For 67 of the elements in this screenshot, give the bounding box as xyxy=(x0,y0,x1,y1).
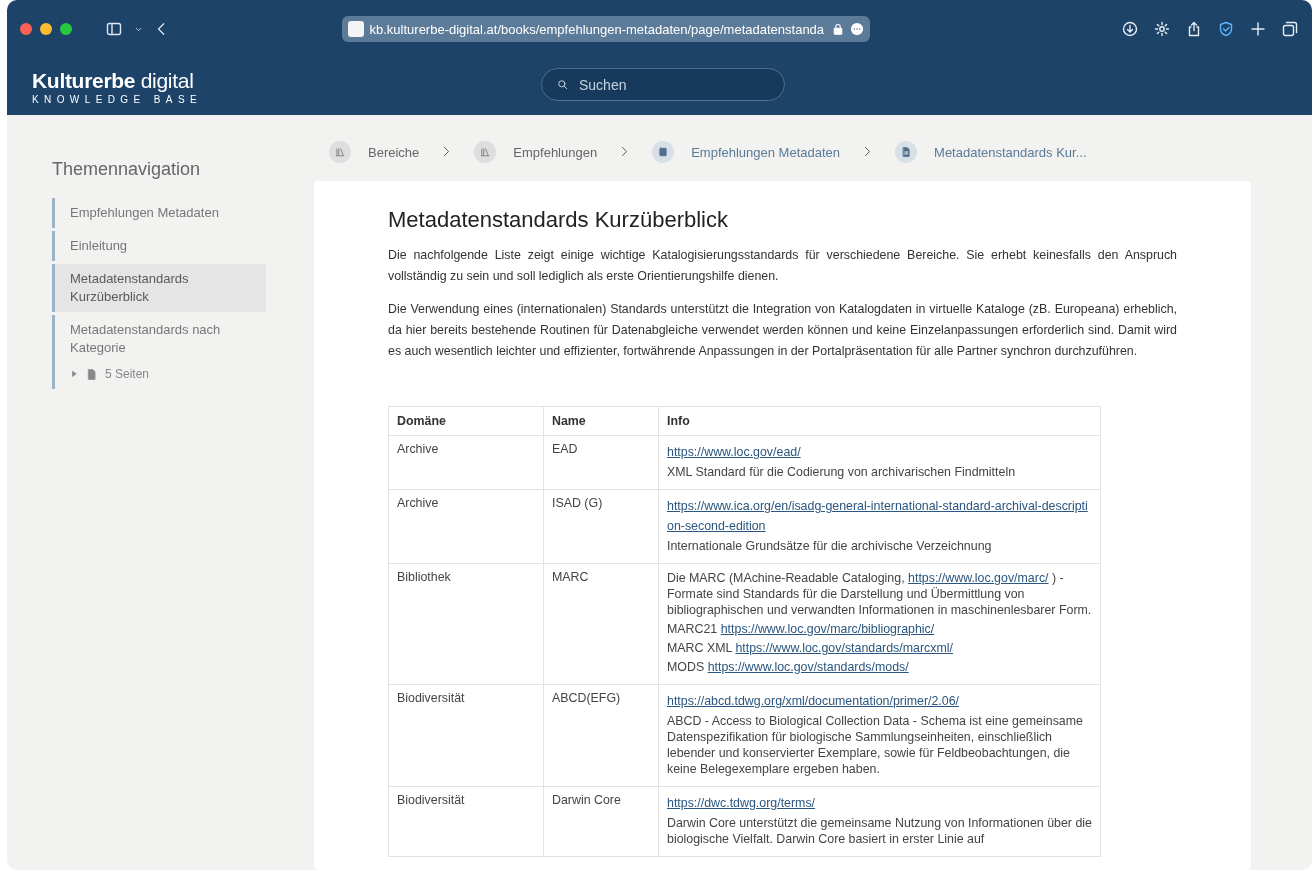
column-header: Domäne xyxy=(388,406,544,436)
site-logo[interactable]: Kulturerbe digital xyxy=(32,68,203,93)
close-window-button[interactable] xyxy=(20,23,32,35)
site-tagline: KNOWLEDGE BASE xyxy=(32,93,203,105)
link[interactable]: https://www.loc.gov/standards/marcxml/ xyxy=(735,641,953,655)
paragraph: Die Verwendung eines (internationalen) Standards unterstützt die Integration von Katalogdaten in virtuelle Kataloge (zB. Europeana) erheblich, da hier bereits bestehende Routinen für Datenabgleiche verwendet werden können und keine Einzelanpassungen erforderlich sind. Damit wird es auch wesentlich leichter und effizienter, fortwährende Anpassungen in der Portalpräsentation für alle Partner synchron durchzuführen. xyxy=(388,301,1177,360)
table-cell: Biodiversität xyxy=(388,684,544,787)
description-text: Darwin Core unterstützt die gemeinsame Nutzung von Informationen über die biologische Vielfalt. Darwin Core basiert in erster Linie auf xyxy=(667,815,1092,847)
download-icon[interactable] xyxy=(1122,21,1138,37)
favicon-icon xyxy=(347,21,364,37)
link[interactable]: https://www.ica.org/en/isadg-general-international-standard-archival-description-second-edition xyxy=(667,496,1092,536)
table-cell: ISAD (G) xyxy=(543,489,659,564)
link[interactable]: https://www.loc.gov/ead/ xyxy=(667,442,1092,462)
more-icon[interactable] xyxy=(849,22,864,36)
collapsed-caret-icon[interactable] xyxy=(70,370,78,378)
book-icon[interactable] xyxy=(658,147,669,157)
table-cell: EAD xyxy=(543,435,659,490)
table-cell: ABCD(EFG) xyxy=(543,684,659,787)
breadcrumb-link[interactable]: Empfehlungen Metadaten xyxy=(652,141,841,163)
table-cell: Biodiversität xyxy=(388,786,544,857)
table-cell: Bibliothek xyxy=(388,563,544,685)
description-text: XML Standard für die Codierung von archivarischen Findmitteln xyxy=(667,464,1017,480)
column-header: Info xyxy=(658,406,1101,436)
page-title: Metadatenstandards Kurzüberblick xyxy=(388,207,729,233)
minimize-window-button[interactable] xyxy=(40,23,52,35)
column-header: Name xyxy=(543,406,659,436)
description-text: Die MARC (MAchine-Readable Cataloging, https://www.loc.gov/marc/ ) - Formate sind Standards für die Darstellung und Übermittlung von bibliographischen und verwandten Informationen in maschinenlesbarer Form. xyxy=(667,570,1092,618)
breadcrumb-link[interactable]: Metadatenstandards Kur... xyxy=(895,141,1087,163)
description-text: MODS https://www.loc.gov/standards/mods/ xyxy=(667,659,910,675)
table-cell: Archive xyxy=(388,489,544,564)
table-cell: Darwin Core xyxy=(543,786,659,857)
pages-count[interactable]: 5 Seiten xyxy=(105,365,150,383)
lock-icon xyxy=(831,23,844,35)
maximize-window-button[interactable] xyxy=(60,23,72,35)
link[interactable]: https://dwc.tdwg.org/terms/ xyxy=(667,793,1092,813)
search-field[interactable]: Suchen xyxy=(541,68,785,101)
nav-item-label: Empfehlungen Metadaten xyxy=(70,205,219,220)
link[interactable]: https://www.loc.gov/marc/ xyxy=(908,571,1049,585)
document-icon xyxy=(86,368,97,380)
nav-item-label: Metadatenstandards Kurzüberblick xyxy=(70,271,189,304)
link[interactable]: https://abcd.tdwg.org/xml/documentation/primer/2.06/ xyxy=(667,691,1092,711)
nav-item[interactable]: Einleitung xyxy=(52,231,266,261)
table-cell: MARC xyxy=(543,563,659,685)
link[interactable]: https://www.loc.gov/standards/mods/ xyxy=(707,660,909,674)
link[interactable]: https://www.loc.gov/marc/bibliographic/ xyxy=(720,622,935,636)
description-text: Internationale Grundsätze für die archivische Verzeichnung xyxy=(667,538,993,554)
paragraph: Die nachfolgende Liste zeigt einige wichtige Katalogisierungsstandards für verschiedene Bereiche. Sie erhebt keinesfalls den Anspruch vollständig zu sein und soll lediglich als erste Orientierungshilfe dienen. xyxy=(388,247,1177,285)
nav-item-label: Einleitung xyxy=(70,238,128,253)
search-icon xyxy=(557,79,568,90)
sidebar-icon[interactable] xyxy=(106,21,122,37)
shield-icon[interactable] xyxy=(1218,21,1234,37)
nav-item[interactable]: Empfehlungen Metadaten xyxy=(52,198,266,228)
nav-item[interactable]: Metadatenstandards nach Kategorie 5 Seiten xyxy=(52,315,266,389)
sidebar-title: Themennavigation xyxy=(52,159,202,180)
nav-item[interactable]: Metadatenstandards Kurzüberblick xyxy=(52,264,266,312)
nav-item-label: Metadatenstandards nach Kategorie xyxy=(70,322,221,355)
document-icon[interactable] xyxy=(901,147,912,157)
breadcrumb-link[interactable]: Bereiche xyxy=(329,141,420,163)
description-text: ABCD - Access to Biological Collection Data - Schema ist eine gemeinsame Datenspezifikation für biologische Sammlungseinheiten, einschließlich lebender und konservierter Exemplare, sowie für Feldbeobachtungen, die keine Belegexemplare ergeben haben. xyxy=(667,713,1084,777)
share-icon[interactable] xyxy=(1186,21,1202,37)
description-text: MARC21 https://www.loc.gov/marc/bibliographic/ xyxy=(667,621,936,637)
description-text: MARC XML https://www.loc.gov/standards/marcxml/ xyxy=(667,640,954,656)
plus-icon[interactable] xyxy=(1250,21,1266,37)
breadcrumb-link[interactable]: Empfehlungen xyxy=(474,141,598,163)
address-bar[interactable]: kb.kulturerbe-digital.at/books/empfehlungen-metadaten/page/metadatenstanda xyxy=(341,16,870,42)
tabs-icon[interactable] xyxy=(1282,21,1298,37)
table-cell: Archive xyxy=(388,435,544,490)
